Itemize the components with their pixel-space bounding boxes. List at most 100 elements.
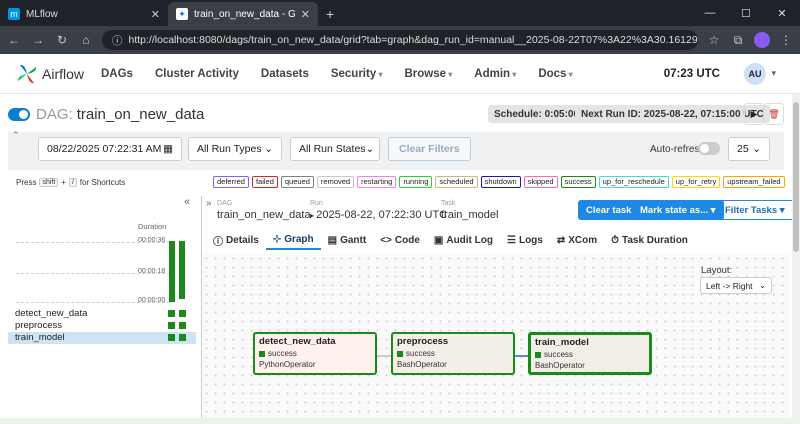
expand-panel-icon[interactable]: » bbox=[206, 198, 212, 209]
shortcut-plus: + bbox=[61, 178, 66, 187]
caret-down-icon[interactable]: ▾ bbox=[771, 68, 776, 79]
tab-audit-log[interactable]: ▣ Audit Log bbox=[427, 230, 500, 250]
dag-run-bar[interactable] bbox=[169, 241, 175, 302]
nav-cluster-activity[interactable]: Cluster Activity bbox=[144, 68, 250, 80]
audit-log-icon: ▣ bbox=[433, 234, 444, 246]
breadcrumb-dag[interactable]: train_on_new_data bbox=[217, 209, 311, 221]
tab-details[interactable]: ⓘ Details bbox=[206, 230, 266, 250]
extensions-icon[interactable]: ⧉ bbox=[730, 33, 746, 48]
maximize-icon[interactable]: ☐ bbox=[728, 7, 764, 20]
tab-logs[interactable]: ☰ Logs bbox=[500, 230, 550, 250]
task-instance-cell[interactable] bbox=[168, 322, 175, 329]
legend-up-for-retry[interactable]: up_for_retry bbox=[671, 176, 721, 188]
nav-admin[interactable]: Admin ▾ bbox=[463, 68, 527, 80]
legend-skipped[interactable]: skipped bbox=[523, 176, 558, 188]
page-size-value: 25 bbox=[737, 143, 749, 155]
nav-dags[interactable]: DAGs bbox=[90, 68, 144, 80]
duration-gridline bbox=[16, 242, 170, 243]
code-icon: <> bbox=[380, 234, 392, 246]
scrollbar-thumb[interactable] bbox=[793, 102, 799, 252]
nav-browse[interactable]: Browse ▾ bbox=[393, 68, 463, 80]
task-name: detect_new_data bbox=[15, 308, 88, 319]
base-date-input[interactable]: 08/22/2025 07:22:31 AM ▦ bbox=[38, 137, 182, 161]
dag-title[interactable]: train_on_new_data bbox=[77, 106, 205, 123]
legend-deferred[interactable]: deferred bbox=[213, 176, 249, 188]
nav-docs[interactable]: Docs ▾ bbox=[527, 68, 583, 80]
browser-tab-airflow[interactable]: ✦ train_on_new_data - Grid - Airfl ✕ bbox=[168, 2, 318, 26]
main-menu: DAGs Cluster Activity Datasets Security … bbox=[90, 68, 584, 80]
close-tab-icon[interactable]: ✕ bbox=[301, 8, 310, 21]
page-scrollbar[interactable] bbox=[792, 94, 800, 424]
graph-node[interactable]: preprocess success BashOperator bbox=[391, 332, 515, 375]
legend-removed[interactable]: removed bbox=[316, 176, 355, 188]
tab-gantt[interactable]: ▤ Gantt bbox=[321, 230, 374, 250]
graph-node-selected[interactable]: train_model success BashOperator bbox=[528, 332, 652, 375]
legend-shutdown[interactable]: shutdown bbox=[480, 176, 521, 188]
nav-datasets[interactable]: Datasets bbox=[250, 68, 320, 80]
legend-upstream-failed[interactable]: upstream_failed bbox=[723, 176, 785, 188]
dag-run-bar[interactable] bbox=[179, 241, 185, 302]
node-status-text: success bbox=[268, 349, 297, 358]
close-window-icon[interactable]: ✕ bbox=[764, 7, 800, 20]
home-icon[interactable]: ⌂ bbox=[78, 33, 94, 47]
duration-gridline bbox=[16, 302, 170, 303]
browser-tab-mlflow[interactable]: m MLflow ✕ bbox=[0, 2, 168, 26]
tab-xcom[interactable]: ⇄ XCom bbox=[550, 230, 604, 250]
legend-queued[interactable]: queued bbox=[280, 176, 314, 188]
task-instance-cell[interactable] bbox=[179, 334, 186, 341]
next-run-badge[interactable]: Next Run ID: 2025-08-22, 07:15:00 UTC bbox=[575, 105, 770, 123]
clear-task-button[interactable]: Clear task bbox=[578, 200, 640, 220]
chevron-down-icon: ⌄ bbox=[365, 143, 375, 155]
tab-task-duration[interactable]: ⏱ Task Duration bbox=[604, 230, 695, 250]
new-tab-icon[interactable]: + bbox=[318, 6, 342, 26]
breadcrumb-run[interactable]: ▸ 2025-08-22, 07:22:30 UTC bbox=[310, 209, 447, 221]
page-size-select[interactable]: 25 ⌄ bbox=[728, 137, 770, 161]
utc-clock[interactable]: 07:23 UTC bbox=[664, 68, 720, 80]
close-tab-icon[interactable]: ✕ bbox=[151, 8, 160, 21]
legend-restarting[interactable]: restarting bbox=[357, 176, 397, 188]
layout-select[interactable]: Left -> Right ⌄ bbox=[700, 277, 772, 294]
filter-toggle-icon[interactable]: ⌃ bbox=[12, 130, 20, 141]
tab-code[interactable]: <> Code bbox=[373, 230, 427, 250]
breadcrumb-task[interactable]: train_model bbox=[441, 209, 498, 221]
airflow-logo[interactable]: Airflow bbox=[0, 63, 90, 85]
task-instance-cell[interactable] bbox=[168, 310, 175, 317]
graph-canvas[interactable]: Layout: Left -> Right ⌄ detect_new_data … bbox=[202, 254, 789, 424]
delete-dag-button[interactable]: 🗑 bbox=[764, 103, 784, 125]
dag-pause-toggle[interactable] bbox=[8, 107, 30, 121]
trigger-dag-button[interactable]: ▶ bbox=[744, 103, 764, 125]
run-state-select[interactable]: All Run States ⌄ bbox=[290, 137, 380, 161]
collapse-panel-icon[interactable]: « bbox=[184, 196, 190, 208]
bookmark-star-icon[interactable]: ☆ bbox=[706, 33, 722, 47]
legend-scheduled[interactable]: scheduled bbox=[435, 176, 478, 188]
user-avatar[interactable]: AU bbox=[744, 62, 766, 85]
mark-state-label: Mark state as... bbox=[640, 204, 709, 216]
legend-success[interactable]: success bbox=[560, 176, 596, 188]
url-field[interactable]: ⓘ http://localhost:8080/dags/train_on_ne… bbox=[102, 30, 698, 50]
graph-node[interactable]: detect_new_data success PythonOperator bbox=[253, 332, 377, 375]
profile-avatar-icon[interactable] bbox=[754, 32, 770, 48]
tab-graph[interactable]: ⊹ Graph bbox=[265, 230, 321, 250]
forward-icon[interactable]: → bbox=[30, 33, 46, 47]
browser-menu-icon[interactable]: ⋮ bbox=[778, 33, 794, 47]
nav-security[interactable]: Security ▾ bbox=[320, 68, 394, 80]
shortcut-key-shift: shift bbox=[39, 178, 59, 187]
run-type-select[interactable]: All Run Types ⌄ bbox=[188, 137, 282, 161]
task-instance-cell[interactable] bbox=[179, 310, 186, 317]
clear-filters-button[interactable]: Clear Filters bbox=[388, 137, 471, 161]
site-info-icon[interactable]: ⓘ bbox=[112, 33, 123, 48]
mark-state-button[interactable]: Mark state as... ▾ bbox=[632, 200, 724, 220]
legend-running[interactable]: running bbox=[399, 176, 433, 188]
calendar-icon[interactable]: ▦ bbox=[163, 143, 173, 155]
minimize-icon[interactable]: — bbox=[692, 7, 728, 19]
play-icon: ▶ bbox=[750, 108, 758, 119]
task-instance-cell[interactable] bbox=[179, 322, 186, 329]
back-icon[interactable]: ← bbox=[6, 33, 22, 47]
filter-tasks-button[interactable]: Filter Tasks ▾ bbox=[716, 200, 794, 220]
task-instance-cell[interactable] bbox=[168, 334, 175, 341]
legend-failed[interactable]: failed bbox=[251, 176, 278, 188]
reload-icon[interactable]: ↻ bbox=[54, 33, 70, 47]
auto-refresh-toggle[interactable] bbox=[698, 142, 720, 155]
schedule-badge[interactable]: Schedule: 0:05:00 bbox=[488, 105, 586, 123]
legend-up-for-reschedule[interactable]: up_for_reschedule bbox=[598, 176, 669, 188]
